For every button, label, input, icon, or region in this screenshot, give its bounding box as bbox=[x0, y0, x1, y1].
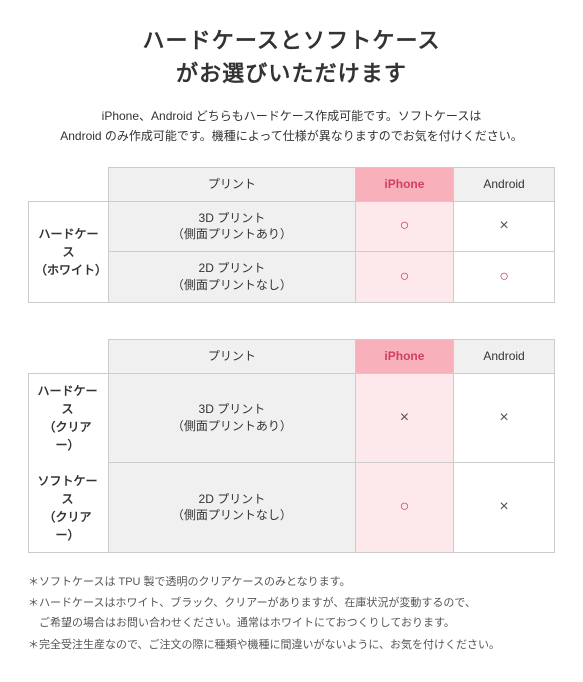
table2-row1-iphone: × bbox=[355, 373, 453, 463]
description-text: iPhone、Android どちらもハードケース作成可能です。ソフトケースは … bbox=[28, 106, 555, 147]
table2-section: プリント iPhone Android ハードケース（クリアー）ソフトケース（ク… bbox=[28, 339, 555, 553]
note-3: ＊完全受注生産なので、ご注文の際に種類や機種に間違いがないように、お気を付けくだ… bbox=[28, 636, 555, 656]
col-header-android: Android bbox=[454, 167, 555, 201]
row-label-hard-white: ハードケース（ホワイト） bbox=[35, 227, 107, 277]
col-header-print: プリント bbox=[109, 167, 356, 201]
table2-row1-print: 3D プリント（側面プリントあり） bbox=[109, 373, 356, 463]
table1-row2-android: ○ bbox=[454, 252, 555, 303]
col2-header-android: Android bbox=[454, 339, 555, 373]
col2-header-print: プリント bbox=[109, 339, 356, 373]
table2-row1-android: × bbox=[454, 373, 555, 463]
table2-row2-iphone: ○ bbox=[355, 463, 453, 553]
table1-row2-iphone: ○ bbox=[355, 252, 453, 303]
table1-row1-iphone: ○ bbox=[355, 201, 453, 252]
table1-row2-print: 2D プリント（側面プリントなし） bbox=[109, 252, 356, 303]
col2-header-iphone: iPhone bbox=[355, 339, 453, 373]
table1-row1-android: × bbox=[454, 201, 555, 252]
notes-section: ＊ソフトケースは TPU 製で透明のクリアケースのみとなります。 ＊ハードケース… bbox=[28, 573, 555, 656]
col-header-iphone: iPhone bbox=[355, 167, 453, 201]
table2-row2-print: 2D プリント（側面プリントなし） bbox=[109, 463, 356, 553]
table1-section: プリント iPhone Android ハードケース（ホワイト） 3D プリント… bbox=[28, 167, 555, 303]
note-2: ＊ハードケースはホワイト、ブラック、クリアーがありますが、在庫状況が変動するので… bbox=[28, 594, 555, 634]
note-1: ＊ソフトケースは TPU 製で透明のクリアケースのみとなります。 bbox=[28, 573, 555, 593]
row-label-hard-clear: ハードケース（クリアー）ソフトケース（クリアー） bbox=[37, 384, 97, 542]
table2-row2-android: × bbox=[454, 463, 555, 553]
page-title: ハードケースとソフトケース がお選びいただけます bbox=[28, 24, 555, 90]
table1-row1-print: 3D プリント（側面プリントあり） bbox=[109, 201, 356, 252]
